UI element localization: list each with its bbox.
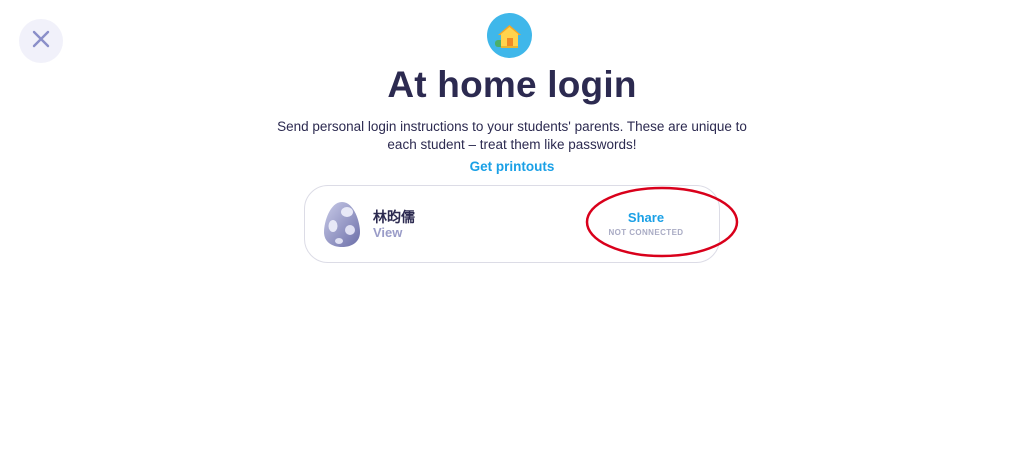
house-icon	[487, 13, 532, 58]
page-subtitle: Send personal login instructions to your…	[277, 119, 747, 152]
connection-status: NOT CONNECTED	[608, 228, 684, 237]
view-student-link[interactable]: View	[373, 225, 402, 240]
student-name: 林昀儒	[373, 209, 415, 225]
egg-icon	[322, 200, 362, 248]
page-title: At home login	[387, 64, 637, 105]
share-button[interactable]: Share NOT CONNECTED	[588, 210, 704, 237]
close-icon	[32, 30, 50, 53]
get-printouts-link[interactable]: Get printouts	[0, 159, 1024, 174]
share-label: Share	[627, 210, 665, 225]
close-button[interactable]	[19, 19, 63, 63]
student-row: 林昀儒 View Share NOT CONNECTED	[304, 185, 720, 263]
at-home-login-page: At home login Send personal login instru…	[0, 0, 1024, 469]
